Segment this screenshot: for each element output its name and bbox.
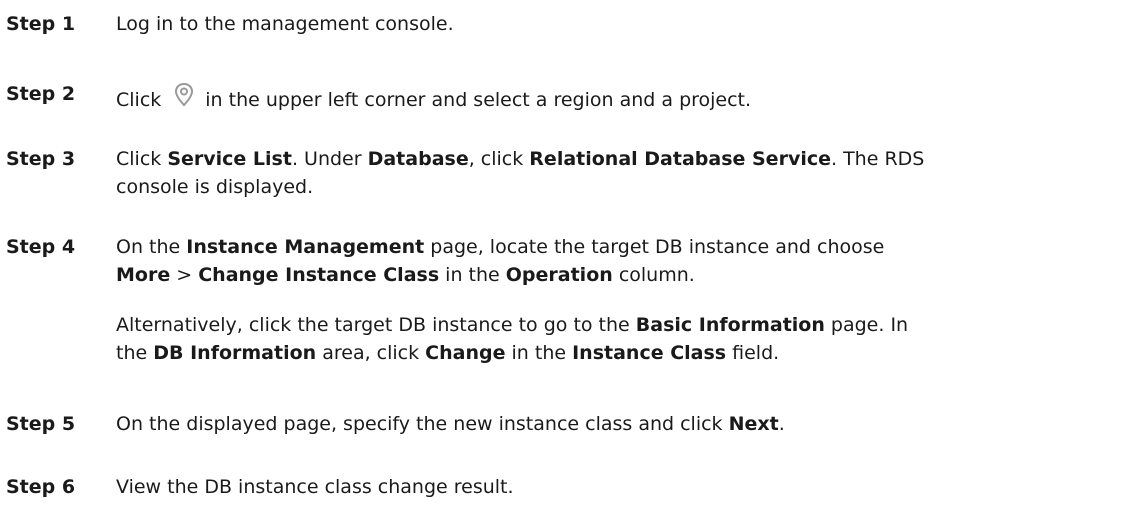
text-run: in the (505, 342, 573, 364)
basic-information-term: Basic Information (635, 314, 825, 336)
step-label: Step 2 (6, 83, 76, 105)
instance-management-term: Instance Management (186, 236, 425, 258)
text-run: On the displayed page, specify the new i… (116, 413, 729, 435)
text-run: On the (116, 236, 187, 258)
step-text-post: in the upper left corner and select a re… (205, 89, 752, 111)
text-run: field. (726, 342, 780, 364)
text-run: . (778, 413, 785, 435)
next-term: Next (728, 413, 779, 435)
step-text: View the DB instance class change result… (116, 476, 514, 498)
step-text: Log in to the management console. (116, 13, 454, 35)
text-run: > (170, 264, 199, 286)
text-run: area, click (316, 342, 426, 364)
step-label: Step 1 (6, 13, 76, 35)
step-text: Click Service List. Under Database, clic… (116, 145, 924, 201)
step-label: Step 3 (6, 148, 76, 170)
step-line: On the Instance Management page, locate … (116, 233, 884, 261)
step-label: Step 4 (6, 236, 76, 258)
step-4-alternative: Alternatively, click the target DB insta… (116, 311, 908, 367)
instance-class-term: Instance Class (572, 342, 727, 364)
text-run: . Under (291, 148, 368, 170)
operation-term: Operation (505, 264, 613, 286)
text-run: Alternatively, click the target DB insta… (116, 314, 636, 336)
step-text: On the displayed page, specify the new i… (116, 410, 785, 438)
text-run: in the (439, 264, 506, 286)
text-run: the (116, 342, 154, 364)
step-line: Alternatively, click the target DB insta… (116, 311, 908, 339)
text-run: column. (612, 264, 695, 286)
step-line: More > Change Instance Class in the Oper… (116, 261, 884, 289)
service-list-term: Service List (167, 148, 292, 170)
text-run: , click (468, 148, 530, 170)
database-term: Database (367, 148, 469, 170)
text-run: . The RDS (831, 148, 925, 170)
text-run: page. In (824, 314, 909, 336)
db-information-term: DB Information (153, 342, 317, 364)
more-term: More (116, 264, 171, 286)
step-label: Step 5 (6, 413, 76, 435)
step-line: console is displayed. (116, 176, 314, 198)
rds-term: Relational Database Service (529, 148, 831, 170)
change-instance-class-term: Change Instance Class (198, 264, 440, 286)
step-text: Click in the upper left corner and select… (116, 80, 751, 114)
step-label: Step 6 (6, 476, 76, 498)
step-line: Click Service List. Under Database, clic… (116, 145, 924, 173)
step-text: On the Instance Management page, locate … (116, 233, 884, 289)
text-run: Click (116, 148, 168, 170)
location-pin-icon (169, 80, 199, 110)
step-text-pre: Click (116, 89, 162, 111)
change-term: Change (425, 342, 506, 364)
step-line: the DB Information area, click Change in… (116, 339, 908, 367)
text-run: page, locate the target DB instance and … (424, 236, 885, 258)
